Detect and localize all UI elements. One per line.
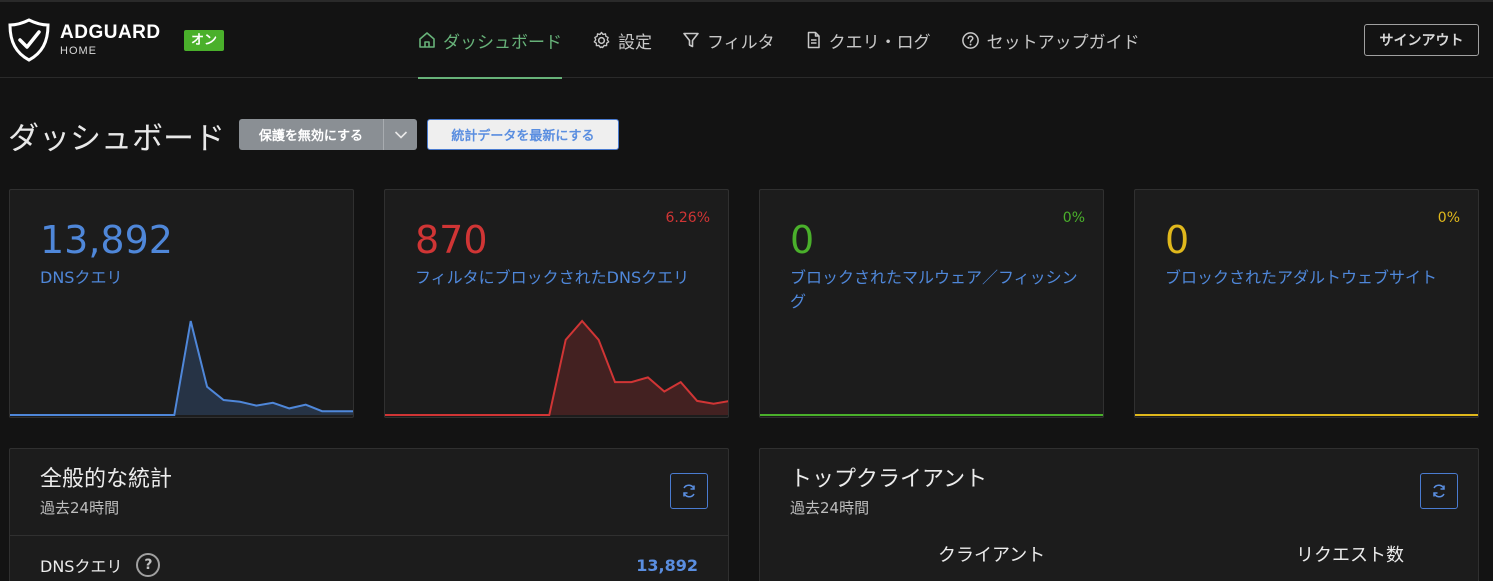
refresh-icon <box>683 484 695 498</box>
top-clients-panel: トップクライアント 過去24時間 クライアント リクエスト数 <box>759 448 1479 581</box>
stat-name: DNSクエリ <box>40 557 123 576</box>
card-blocked-filters: 6.26% 870 フィルタにブロックされたDNSクエリ <box>384 189 729 418</box>
filter-icon <box>683 32 699 48</box>
card-label: ブロックされたアダルトウェブサイト <box>1165 268 1438 287</box>
signout-button[interactable]: サインアウト <box>1364 24 1479 56</box>
panel-title: 全般的な統計 <box>40 467 173 492</box>
card-label: フィルタにブロックされたDNSクエリ <box>415 268 690 287</box>
nav-filters[interactable]: フィルタ <box>682 2 775 78</box>
card-value: 0 <box>1165 218 1190 262</box>
nav-query-log[interactable]: クエリ・ログ <box>805 2 931 78</box>
sparkline-chart <box>1135 414 1478 416</box>
panel-title: トップクライアント <box>790 467 988 492</box>
brand-name: ADGUARD <box>60 22 161 43</box>
home-icon <box>419 32 435 48</box>
sparkline-chart <box>760 414 1103 416</box>
sparkline-chart <box>10 320 353 416</box>
nav-setup-guide[interactable]: セットアップガイド <box>961 2 1140 78</box>
stat-row-dns-queries: DNSクエリ ? 13,892 <box>40 553 698 577</box>
refresh-stats-button[interactable]: 統計データを最新にする <box>427 119 619 150</box>
main-nav: ダッシュボード 設定 フィルタ クエリ・ログ セットアップガイド <box>418 2 1170 79</box>
disable-protection-button[interactable]: 保護を無効にする <box>239 119 417 150</box>
logo[interactable]: ADGUARD HOME <box>8 18 161 62</box>
panel-subtitle: 過去24時間 <box>40 499 120 517</box>
protection-status-badge: オン <box>184 30 225 51</box>
general-stats-panel: 全般的な統計 過去24時間 DNSクエリ ? 13,892 <box>9 448 729 581</box>
card-blocked-malware: 0% 0 ブロックされたマルウェア／フィッシング <box>759 189 1104 418</box>
chevron-down-icon <box>394 130 407 139</box>
card-dns-queries: 13,892 DNSクエリ <box>9 189 354 418</box>
disable-protection-dropdown[interactable] <box>384 119 417 150</box>
sparkline-chart <box>385 319 728 416</box>
brand-subtitle: HOME <box>60 45 97 57</box>
nav-query-log-label: クエリ・ログ <box>828 32 931 53</box>
card-value: 13,892 <box>40 218 173 262</box>
page-title: ダッシュボード <box>8 121 225 157</box>
panel-subtitle: 過去24時間 <box>790 499 870 517</box>
top-navbar: ADGUARD HOME オン ダッシュボード 設定 フィルタ クエリ・ログ セ… <box>0 2 1493 79</box>
disable-protection-label[interactable]: 保護を無効にする <box>239 119 384 150</box>
refresh-icon <box>1433 484 1445 498</box>
column-header-client[interactable]: クライアント <box>938 541 1045 567</box>
adguard-shield-icon <box>8 18 50 62</box>
help-icon[interactable]: ? <box>136 553 161 577</box>
refresh-button[interactable] <box>1420 473 1458 509</box>
nav-dashboard[interactable]: ダッシュボード <box>418 2 562 79</box>
nav-settings-label: 設定 <box>618 32 652 53</box>
card-percent: 6.26% <box>665 210 710 226</box>
card-value: 0 <box>790 218 815 262</box>
stat-value[interactable]: 13,892 <box>636 556 698 575</box>
document-icon <box>807 31 820 49</box>
panel-divider <box>10 535 728 536</box>
card-blocked-adult: 0% 0 ブロックされたアダルトウェブサイト <box>1134 189 1479 418</box>
card-percent: 0% <box>1062 210 1085 226</box>
refresh-button[interactable] <box>670 473 708 509</box>
nav-settings[interactable]: 設定 <box>592 2 652 78</box>
card-label: DNSクエリ <box>40 268 123 287</box>
column-header-requests[interactable]: リクエスト数 <box>1296 541 1404 567</box>
nav-dashboard-label: ダッシュボード <box>443 32 562 53</box>
gear-icon <box>593 31 610 48</box>
nav-setup-guide-label: セットアップガイド <box>986 32 1140 53</box>
nav-filters-label: フィルタ <box>707 32 775 53</box>
card-value: 870 <box>415 218 488 262</box>
sparkline-area <box>385 321 728 415</box>
help-circle-icon <box>961 31 979 49</box>
card-percent: 0% <box>1437 210 1460 226</box>
